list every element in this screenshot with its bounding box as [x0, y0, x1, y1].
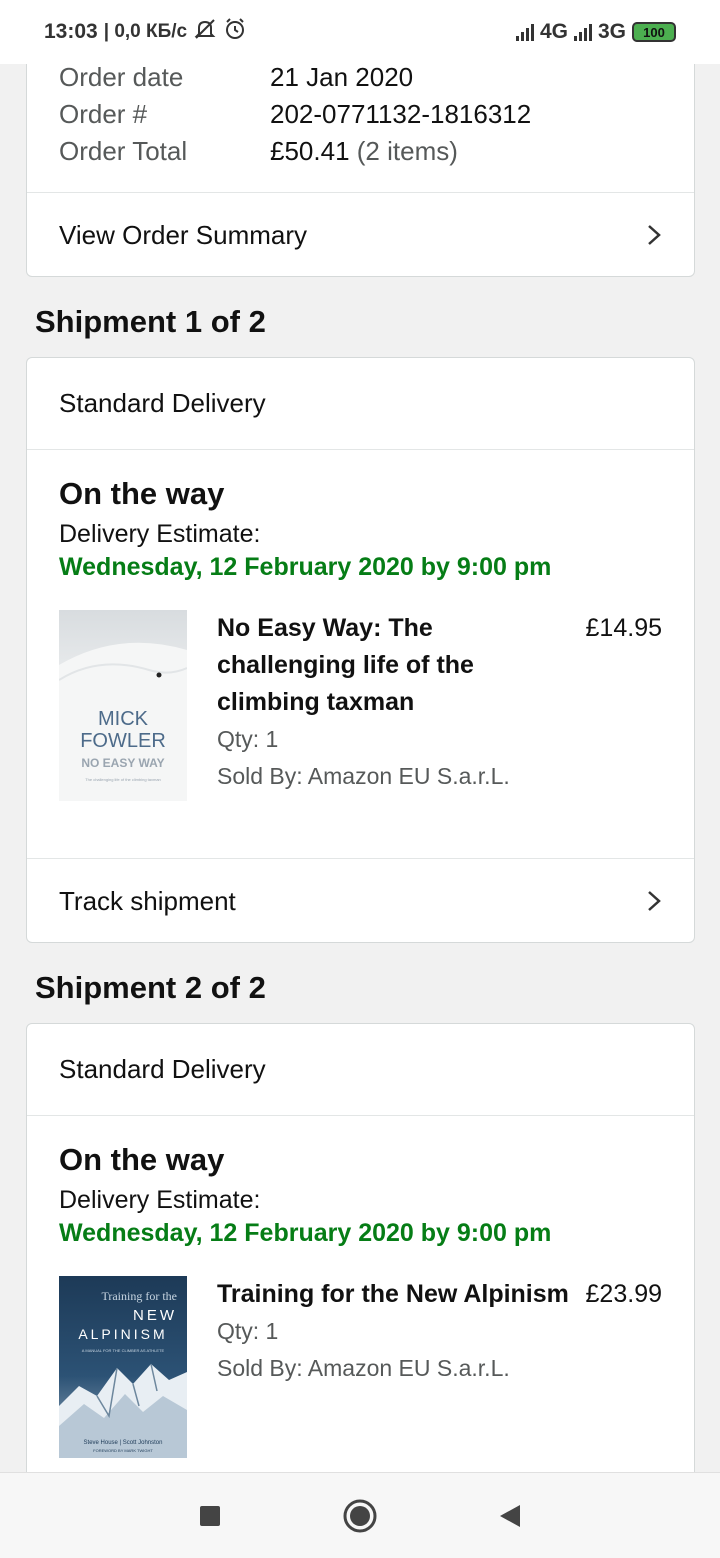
delivery-type: Standard Delivery: [59, 1054, 266, 1084]
battery-icon: 100: [632, 22, 676, 42]
product-image[interactable]: MICK FOWLER NO EASY WAY The challenging …: [58, 610, 188, 806]
product-price: £23.99: [585, 1280, 662, 1308]
shipment-item[interactable]: MICK FOWLER NO EASY WAY The challenging …: [58, 610, 662, 806]
shipment-2-card: Standard Delivery On the way Delivery Es…: [26, 1023, 695, 1543]
status-bar: 13:03 | 0,0 КБ/с 4G 3G 100: [0, 0, 720, 64]
cover-line-4: A MANUAL FOR THE CLIMBER AS ATHLETE: [82, 1348, 165, 1353]
cover-author-first: MICK: [98, 708, 149, 730]
product-seller: Sold By: Amazon EU S.a.r.L.: [217, 763, 510, 789]
order-details-screen: 13:03 | 0,0 КБ/с 4G 3G 100 Order date 21…: [0, 0, 720, 1558]
track-shipment-link[interactable]: Track shipment: [27, 859, 694, 942]
cover-line-3: ALPINISM: [78, 1326, 167, 1342]
network-speed: | 0,0 КБ/с: [103, 21, 188, 42]
product-title[interactable]: Training for the New Alpinism: [217, 1276, 576, 1313]
view-order-summary-label: View Order Summary: [59, 219, 308, 250]
recents-button[interactable]: [190, 1496, 230, 1536]
shipment-2-heading: Shipment 2 of 2: [35, 970, 266, 1005]
shipment-1-card: Standard Delivery On the way Delivery Es…: [26, 357, 695, 943]
order-date-value: 21 Jan 2020: [270, 62, 414, 92]
system-nav-bar: [0, 1472, 720, 1558]
order-number-value: 202-0771132-1816312: [270, 99, 532, 129]
order-number-row: Order # 202-0771132-1816312: [59, 96, 694, 133]
shipment-1-heading: Shipment 1 of 2: [35, 304, 266, 339]
order-number-label: Order #: [59, 99, 148, 129]
order-item-count: (2 items): [356, 136, 458, 166]
signal-icon: [515, 23, 534, 41]
view-order-summary-link[interactable]: View Order Summary: [27, 193, 694, 276]
product-title[interactable]: No Easy Way: The challenging life of the…: [217, 610, 576, 721]
home-button[interactable]: [340, 1496, 380, 1536]
cover-line-1: Training for the: [101, 1289, 177, 1303]
cover-author-last: FOWLER: [80, 730, 166, 752]
cover-line-5: Steve House | Scott Johnston: [84, 1440, 163, 1446]
track-shipment-label: Track shipment: [59, 885, 236, 916]
delivery-type: Standard Delivery: [59, 388, 266, 418]
product-price: £14.95: [585, 614, 662, 642]
delivery-estimate-label: Delivery Estimate:: [59, 1186, 261, 1214]
delivery-estimate-date: Wednesday, 12 February 2020 by 9:00 pm: [59, 553, 552, 581]
delivery-estimate-label: Delivery Estimate:: [59, 520, 261, 548]
order-total-value: £50.41: [270, 136, 350, 166]
shipment-details: On the way Delivery Estimate: Wednesday,…: [27, 450, 694, 858]
triangle-back-icon: [500, 1504, 520, 1527]
mute-icon: [193, 18, 217, 46]
order-info-card: Order date 21 Jan 2020 Order # 202-07711…: [26, 30, 695, 277]
back-button[interactable]: [490, 1496, 530, 1536]
product-qty: Qty: 1: [217, 726, 279, 752]
order-date-row: Order date 21 Jan 2020: [59, 59, 694, 96]
cover-line-6: FOREWORD BY MARK TWIGHT: [93, 1448, 153, 1453]
product-seller: Sold By: Amazon EU S.a.r.L.: [217, 1355, 510, 1381]
delivery-estimate-date: Wednesday, 12 February 2020 by 9:00 pm: [59, 1219, 552, 1247]
alarm-icon: [223, 17, 247, 47]
cover-title: NO EASY WAY: [81, 756, 164, 770]
order-date-label: Order date: [59, 62, 184, 92]
square-icon: [200, 1505, 220, 1526]
product-image[interactable]: Training for the NEW ALPINISM A MANUAL F…: [59, 1276, 187, 1463]
shipment-status: On the way: [59, 1142, 225, 1177]
shipment-status: On the way: [59, 476, 225, 511]
product-qty: Qty: 1: [217, 1318, 279, 1344]
chevron-right-icon: [648, 225, 661, 245]
chevron-right-icon: [648, 891, 661, 911]
cover-subtitle: The challenging life of the climbing tax…: [85, 777, 161, 782]
order-total-label: Order Total: [59, 136, 188, 166]
network-type-2: 3G: [597, 20, 626, 43]
network-type-1: 4G: [539, 20, 568, 43]
shipment-item[interactable]: Training for the NEW ALPINISM A MANUAL F…: [59, 1276, 662, 1463]
circle-icon: [343, 1499, 377, 1532]
order-total-row: Order Total £50.41 (2 items): [59, 133, 694, 170]
clock: 13:03: [44, 20, 98, 43]
signal-icon: [573, 23, 592, 41]
cover-line-2: NEW: [133, 1307, 177, 1324]
shipment-details: On the way Delivery Estimate: Wednesday,…: [27, 1116, 694, 1463]
